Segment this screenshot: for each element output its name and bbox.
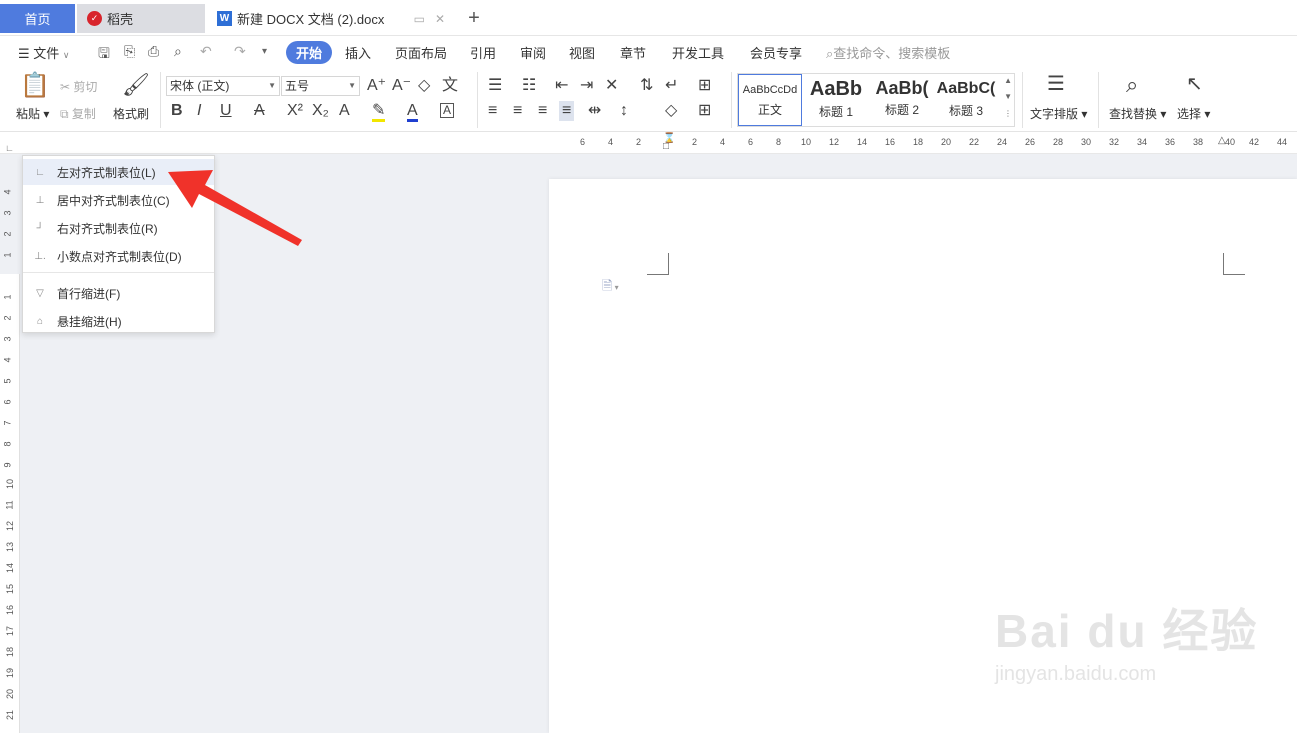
annotation-arrow: [168, 170, 302, 246]
red-arrow-shape: [168, 170, 302, 246]
